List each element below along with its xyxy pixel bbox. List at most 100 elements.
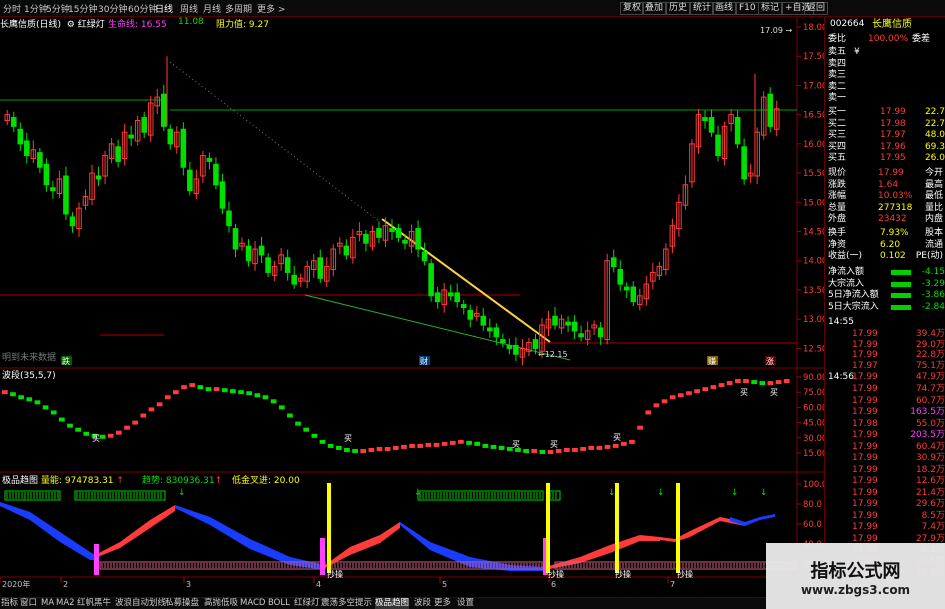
indicator-tab-8[interactable]: MACD [240, 598, 265, 609]
indicator-tab-11[interactable]: 震荡多空提示 [321, 598, 372, 609]
quote-text: 17.99 [852, 453, 878, 463]
osc-dot [148, 407, 155, 412]
quote-text: 55.0万 [915, 418, 945, 429]
candle-body [213, 163, 219, 186]
toolbar-button-4[interactable]: 画线 [712, 2, 737, 15]
x-axis-label: 4 [316, 580, 321, 589]
quote-text: 今开 [924, 168, 943, 178]
candle-body [258, 245, 265, 256]
osc-dot [327, 443, 334, 448]
indicator-tab-2[interactable]: MA [41, 598, 54, 609]
osc-axis-label: 75.00 [803, 388, 824, 398]
period-tab-6[interactable]: 日线 [155, 2, 173, 15]
osc-axis-label: 30.00 [803, 434, 824, 444]
quote-text: 21.4万 [915, 487, 945, 498]
candle-body [610, 257, 617, 268]
candle-body [493, 327, 500, 338]
quote-text: 74.7万 [915, 384, 945, 394]
stat-row-3: 总量 277318 量比 [828, 203, 945, 214]
indicator-tab-14[interactable]: 更多 [434, 598, 451, 609]
indicator-tab-7[interactable]: 高抛低吸 [204, 598, 238, 609]
flow-row-2: 5日净流入额 -3.86 [828, 290, 945, 301]
quote-text: 17.97 [852, 361, 878, 372]
candle-body [24, 140, 30, 157]
indicator-tab-3[interactable]: MA2 [56, 598, 75, 609]
quote-text: 10.03% [878, 191, 913, 202]
quote-text: 收益(一) [828, 251, 863, 262]
period-tab-10[interactable]: 更多 > [257, 2, 285, 15]
osc-dot [555, 448, 562, 453]
price-axis-label: 14.50 [803, 228, 824, 238]
candle-body [141, 117, 147, 133]
indicator-tab-15[interactable]: 设置 [457, 598, 474, 609]
candle-body [734, 117, 741, 145]
toolbar-button-6[interactable]: 标记 [758, 2, 783, 15]
trend-field3-value: 20.00 [273, 476, 300, 486]
indicator-tab-4[interactable]: 红帆黑牛 [77, 598, 111, 609]
period-tab-1[interactable]: 1分钟 [24, 2, 48, 15]
osc-dot [783, 379, 790, 384]
tick-row: 17.99 30.9万 [828, 453, 945, 464]
indicator-gear-icon[interactable]: ⚙ [64, 20, 75, 30]
indicator-tab-5[interactable]: 波浪自动划线 [115, 598, 166, 609]
quote-text: -3.86 [921, 290, 945, 301]
osc-dot [254, 393, 261, 398]
indicator-tab-9[interactable]: BOLL [268, 598, 290, 609]
period-tab-5[interactable]: 60分钟 [128, 2, 157, 15]
osc-dot [482, 443, 489, 448]
tick-row: 17.99 163.5万 [828, 407, 945, 418]
quote-text: 17.99 [852, 407, 878, 417]
indicator-tab-13[interactable]: 波段 [414, 598, 431, 609]
tick-row: 17.99 22.8万 [828, 350, 945, 361]
toolbar-button-1[interactable]: 叠加 [642, 2, 667, 15]
indicator-tab-1[interactable]: 窗口 [20, 598, 37, 609]
toolbar-button-3[interactable]: 统计 [690, 2, 715, 15]
quote-text: -3.29 [921, 278, 945, 289]
period-tab-8[interactable]: 月线 [203, 2, 221, 15]
quote-text: 17.99 [852, 384, 878, 394]
down-arrow-icon: ↓ [760, 488, 768, 498]
quote-text: 22.8万 [915, 350, 945, 361]
candle-body [50, 187, 56, 192]
osc-dot [669, 395, 676, 400]
period-tab-9[interactable]: 多周期 [225, 2, 252, 15]
chart-area[interactable]: 18.00 17.50 17.00 16.50 16.00 15.50 15.00 14.50… [0, 17, 824, 597]
toolbar-button-0[interactable]: 复权 [620, 2, 645, 15]
osc-buy-label: 买 [92, 434, 100, 443]
osc-dot [344, 447, 350, 452]
period-tab-2[interactable]: 5分钟 [46, 2, 70, 15]
osc-dot [702, 387, 709, 392]
period-tab-7[interactable]: 周线 [180, 2, 198, 15]
quote-text: 最低 [924, 191, 943, 202]
candle-body [37, 152, 43, 168]
toolbar-button-8[interactable]: 返回 [804, 2, 829, 15]
indicator-tab-0[interactable]: 指标 [1, 598, 18, 609]
indicator-tab-10[interactable]: 红绿灯 [294, 598, 320, 609]
osc-dot [213, 387, 220, 392]
osc-axis-label: 60.00 [803, 403, 824, 413]
candle-body [63, 175, 69, 215]
candle-body [428, 263, 434, 297]
period-tab-3[interactable]: 15分钟 [68, 2, 97, 15]
volume-energy-value: 974783.31 [64, 476, 114, 486]
osc-dot [368, 447, 375, 452]
quote-text: 23432 [878, 214, 907, 225]
osc-dot [653, 403, 660, 408]
quote-text: 29.6万 [915, 499, 945, 509]
quote-text: 17.96 [880, 141, 906, 152]
indicator-tab-6[interactable]: 私募操盘 [165, 598, 199, 609]
osc-dot [132, 420, 139, 425]
quote-text: 75.1万 [915, 361, 945, 372]
osc-dot [612, 443, 619, 448]
toolbar-button-5[interactable]: F10 [736, 2, 759, 15]
candle-body [167, 128, 174, 145]
toolbar-button-2[interactable]: 历史 [666, 2, 691, 15]
osc-dot [645, 410, 652, 415]
tick-row: 17.99 12.6万 [828, 476, 945, 487]
grab-label: 抄操 [677, 569, 693, 579]
period-tab-0[interactable]: 分时 [3, 2, 21, 15]
candle-body [513, 344, 519, 355]
indicator-tab-12[interactable]: 极品趋图 [375, 598, 410, 609]
period-tab-4[interactable]: 30分钟 [98, 2, 127, 15]
quote-text: 17.99 [880, 107, 906, 117]
